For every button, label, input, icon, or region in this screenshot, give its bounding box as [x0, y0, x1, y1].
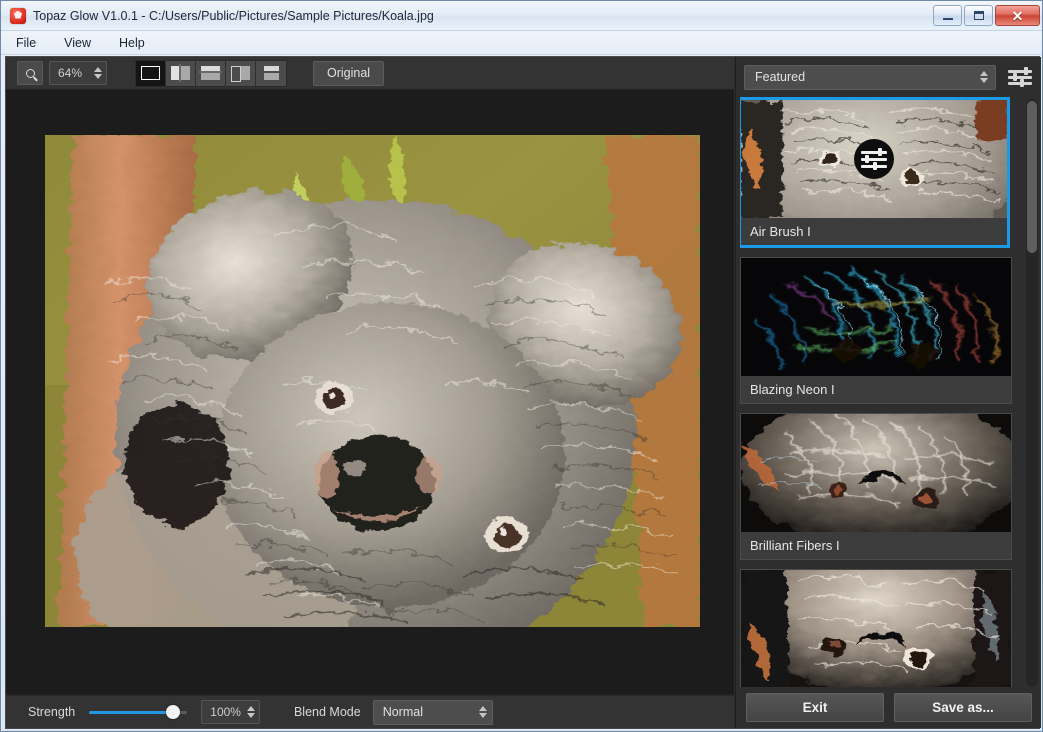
save-as-button[interactable]: Save as... [894, 692, 1032, 722]
blend-mode-value: Normal [382, 705, 423, 719]
side-by-side-view-icon [231, 66, 250, 82]
zoom-level-value: 64% [58, 66, 83, 80]
chevron-down-icon[interactable] [980, 78, 988, 83]
chevron-up-icon[interactable] [980, 71, 988, 76]
close-icon: ✕ [1011, 7, 1024, 24]
menu-item-file[interactable]: File [13, 34, 39, 52]
menu-bar: File View Help [1, 31, 1042, 55]
view-mode-split-horizontal-button[interactable] [196, 60, 226, 86]
slider-knob-2 [1013, 73, 1017, 81]
window-title: Topaz Glow V1.0.1 - C:/Users/Public/Pict… [33, 8, 434, 23]
strength-value-stepper[interactable]: 100% [201, 700, 260, 724]
blazing-neon-artwork [741, 258, 1011, 376]
magnifier-icon [25, 68, 35, 78]
menu-item-view[interactable]: View [61, 34, 94, 52]
strength-stepper-arrows[interactable] [246, 706, 255, 718]
original-button[interactable]: Original [313, 60, 385, 86]
preset-label: Air Brush I [741, 218, 1007, 245]
preset-category-value: Featured [755, 70, 806, 84]
brilliant-fibers-artwork [741, 414, 1011, 532]
chevron-up-icon[interactable] [478, 706, 487, 711]
slider-knob-3 [873, 162, 877, 170]
zoom-tool-button[interactable] [17, 61, 43, 85]
preset-panel-footer: Exit Save as... [736, 686, 1042, 728]
bottom-bar: Strength 100% Blend Mode Normal [6, 696, 734, 728]
minimize-button[interactable] [933, 5, 962, 26]
sliders-icon[interactable] [1006, 65, 1034, 89]
view-mode-side-by-side-button[interactable] [226, 60, 256, 86]
view-mode-single-button[interactable] [136, 60, 166, 86]
zoom-level-stepper[interactable]: 64% [49, 61, 107, 85]
slider-knob-2 [865, 155, 869, 163]
strength-slider-fill [89, 710, 174, 714]
view-mode-split-vertical-button[interactable] [166, 60, 196, 86]
blend-mode-arrows[interactable] [478, 706, 487, 718]
slider-line-1 [1008, 70, 1032, 73]
maximize-button[interactable] [964, 5, 993, 26]
menu-item-help[interactable]: Help [116, 34, 148, 52]
preset-category-arrows[interactable] [980, 71, 988, 83]
preset-panel-header: Featured [736, 57, 1042, 97]
main-body: 64% Original Strength 100% Blend Mode No… [5, 56, 1041, 729]
application-window: Topaz Glow V1.0.1 - C:/Users/Public/Pict… [0, 0, 1043, 732]
preset-label: Blazing Neon I [741, 376, 1011, 403]
koala-artwork [45, 135, 700, 627]
close-button[interactable]: ✕ [995, 5, 1040, 26]
preset-card-brilliant-fibers-i[interactable]: Brilliant Fibers I [740, 413, 1012, 560]
preset-category-select[interactable]: Featured [744, 64, 996, 90]
preset-scrollbar[interactable] [1026, 99, 1038, 687]
minimize-icon [942, 17, 953, 20]
fourth-preset-thumb [741, 570, 1011, 687]
exit-button[interactable]: Exit [746, 692, 884, 722]
preset-list[interactable]: Air Brush I Blazing Neon I Brilliant Fib… [740, 97, 1022, 687]
preset-label: Brilliant Fibers I [741, 532, 1011, 559]
preset-settings-icon[interactable] [854, 139, 894, 179]
koala-stylized-preview [45, 135, 700, 627]
preset-card-blazing-neon-i[interactable]: Blazing Neon I [740, 257, 1012, 404]
stacked-view-icon [262, 66, 281, 80]
blend-mode-select[interactable]: Normal [372, 699, 493, 725]
window-controls: ✕ [933, 5, 1040, 26]
preset-card-air-brush-i[interactable]: Air Brush I [740, 97, 1010, 248]
chevron-up-icon[interactable] [246, 706, 255, 711]
image-canvas[interactable] [6, 90, 734, 695]
single-view-icon [141, 66, 160, 80]
zoom-stepper-arrows[interactable] [94, 67, 102, 79]
fourth-preset-artwork [741, 570, 1011, 687]
view-mode-group [135, 59, 287, 87]
blazing-neon-thumb [741, 258, 1011, 376]
preset-card-fourth[interactable] [740, 569, 1012, 687]
slider-knob-1 [878, 148, 882, 156]
strength-slider[interactable] [89, 704, 188, 720]
maximize-icon [973, 11, 984, 20]
blend-mode-label: Blend Mode [293, 705, 361, 719]
title-bar: Topaz Glow V1.0.1 - C:/Users/Public/Pict… [1, 1, 1042, 31]
strength-label: Strength [28, 705, 76, 719]
topaz-glow-logo-icon [10, 7, 26, 24]
brilliant-fibers-thumb [741, 414, 1011, 532]
strength-slider-thumb[interactable] [166, 705, 181, 719]
preset-panel: Featured Air Brush I Blazing Neon I Bril… [735, 57, 1041, 728]
strength-value: 100% [210, 705, 241, 719]
preset-scrollbar-thumb[interactable] [1027, 101, 1037, 253]
chevron-up-icon[interactable] [94, 67, 102, 72]
chevron-down-icon[interactable] [478, 713, 487, 718]
slider-knob-1 [1024, 67, 1028, 75]
slider-knob-3 [1020, 79, 1024, 87]
split-horizontal-view-icon [199, 66, 222, 80]
toolbar: 64% Original [6, 57, 734, 90]
view-mode-stacked-button[interactable] [256, 60, 286, 86]
slider-line-1 [861, 151, 887, 154]
chevron-down-icon[interactable] [94, 74, 102, 79]
split-vertical-view-icon [171, 64, 190, 82]
chevron-down-icon[interactable] [246, 713, 255, 718]
